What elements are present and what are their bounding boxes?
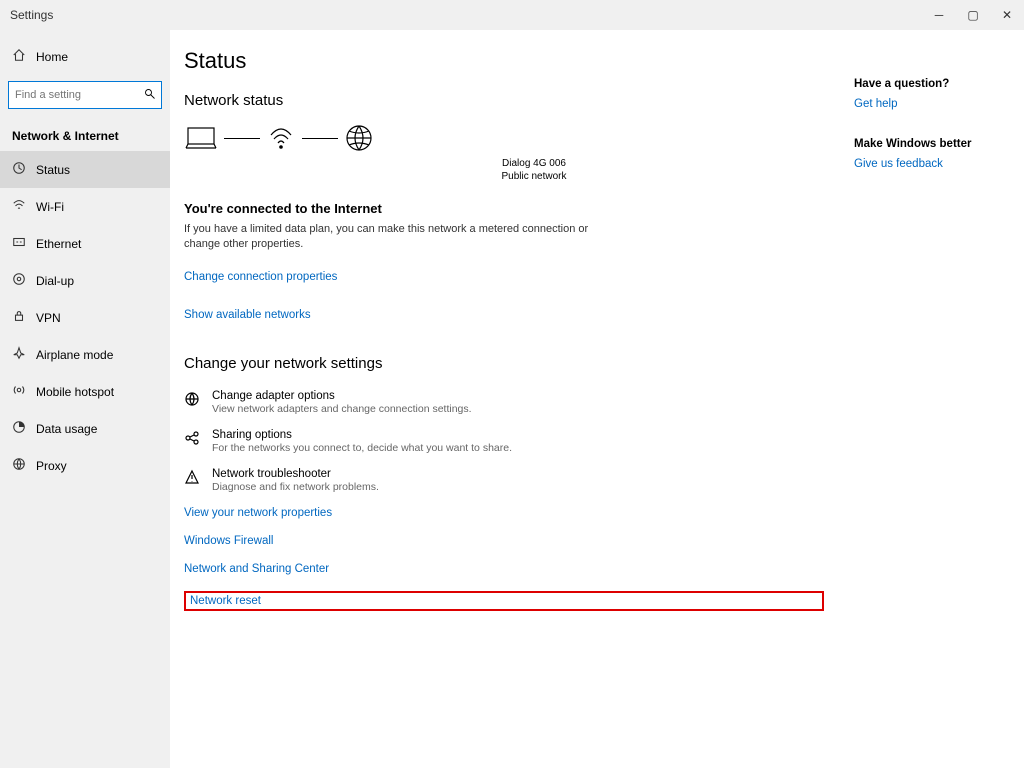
share-icon (184, 430, 202, 454)
pc-icon (184, 125, 218, 151)
option-desc: Diagnose and fix network problems. (212, 481, 379, 493)
airplane-icon (12, 346, 26, 363)
section-title: Network & Internet (0, 119, 170, 151)
connector-line (224, 138, 260, 139)
ethernet-icon (12, 235, 26, 252)
change-settings-heading: Change your network settings (184, 355, 824, 372)
option-title: Sharing options (212, 429, 512, 441)
better-heading: Make Windows better (854, 138, 1012, 150)
page-title: Status (184, 48, 824, 74)
sidebar-item-label: Data usage (36, 422, 97, 436)
sidebar-item-label: Proxy (36, 459, 67, 473)
firewall-link[interactable]: Windows Firewall (184, 535, 824, 547)
sidebar-item-label: Airplane mode (36, 348, 113, 362)
sharing-center-link[interactable]: Network and Sharing Center (184, 563, 824, 575)
view-properties-link[interactable]: View your network properties (184, 507, 824, 519)
sidebar-item-label: Status (36, 163, 70, 177)
sidebar-item-vpn[interactable]: VPN (0, 299, 170, 336)
change-connection-link[interactable]: Change connection properties (184, 271, 337, 283)
network-label: Dialog 4G 006 Public network (244, 157, 824, 183)
network-status-heading: Network status (184, 92, 824, 109)
sidebar-item-status[interactable]: Status (0, 151, 170, 188)
wifi-big-icon (266, 125, 296, 151)
bottom-links: View your network properties Windows Fir… (184, 507, 824, 611)
home-button[interactable]: Home (0, 42, 170, 71)
close-button[interactable]: ✕ (990, 0, 1024, 30)
sidebar-item-label: Wi-Fi (36, 200, 64, 214)
feedback-link[interactable]: Give us feedback (854, 158, 1012, 170)
dialup-icon (12, 272, 26, 289)
vpn-icon (12, 309, 26, 326)
hotspot-icon (12, 383, 26, 400)
sidebar-item-label: VPN (36, 311, 61, 325)
main-content: Status Network status Dialog 4G 006 Publ… (170, 30, 854, 768)
sidebar-item-airplane[interactable]: Airplane mode (0, 336, 170, 373)
option-title: Change adapter options (212, 390, 472, 402)
status-icon (12, 161, 26, 178)
option-desc: View network adapters and change connect… (212, 403, 472, 415)
change-adapter-option[interactable]: Change adapter options View network adap… (184, 390, 824, 415)
option-desc: For the networks you connect to, decide … (212, 442, 512, 454)
search-input[interactable] (8, 81, 162, 109)
network-diagram (184, 123, 824, 153)
connected-heading: You're connected to the Internet (184, 201, 824, 216)
sidebar-item-ethernet[interactable]: Ethernet (0, 225, 170, 262)
sidebar-item-label: Dial-up (36, 274, 74, 288)
globe-icon (184, 391, 202, 415)
datausage-icon (12, 420, 26, 437)
sidebar: Home Network & Internet Status Wi-Fi Eth… (0, 30, 170, 768)
window-title: Settings (10, 8, 53, 22)
right-column: Have a question? Get help Make Windows b… (854, 30, 1024, 768)
connected-text: If you have a limited data plan, you can… (184, 222, 604, 253)
network-reset-link[interactable]: Network reset (184, 591, 824, 611)
network-name: Dialog 4G 006 (244, 157, 824, 170)
sidebar-item-hotspot[interactable]: Mobile hotspot (0, 373, 170, 410)
network-type: Public network (244, 170, 824, 183)
sharing-option[interactable]: Sharing options For the networks you con… (184, 429, 824, 454)
troubleshooter-option[interactable]: Network troubleshooter Diagnose and fix … (184, 468, 824, 493)
sidebar-item-wifi[interactable]: Wi-Fi (0, 188, 170, 225)
maximize-button[interactable]: ▢ (956, 0, 990, 30)
proxy-icon (12, 457, 26, 474)
get-help-link[interactable]: Get help (854, 98, 1012, 110)
sidebar-item-dialup[interactable]: Dial-up (0, 262, 170, 299)
option-title: Network troubleshooter (212, 468, 379, 480)
sidebar-item-label: Mobile hotspot (36, 385, 114, 399)
home-icon (12, 48, 26, 65)
home-label: Home (36, 50, 68, 64)
wifi-icon (12, 198, 26, 215)
connector-line (302, 138, 338, 139)
title-bar: Settings ─ ▢ ✕ (0, 0, 1024, 30)
question-heading: Have a question? (854, 78, 1012, 90)
warning-icon (184, 469, 202, 493)
sidebar-item-datausage[interactable]: Data usage (0, 410, 170, 447)
globe-big-icon (344, 123, 374, 153)
show-networks-link[interactable]: Show available networks (184, 309, 311, 321)
sidebar-item-label: Ethernet (36, 237, 81, 251)
minimize-button[interactable]: ─ (922, 0, 956, 30)
sidebar-item-proxy[interactable]: Proxy (0, 447, 170, 484)
search-wrap (8, 81, 162, 109)
